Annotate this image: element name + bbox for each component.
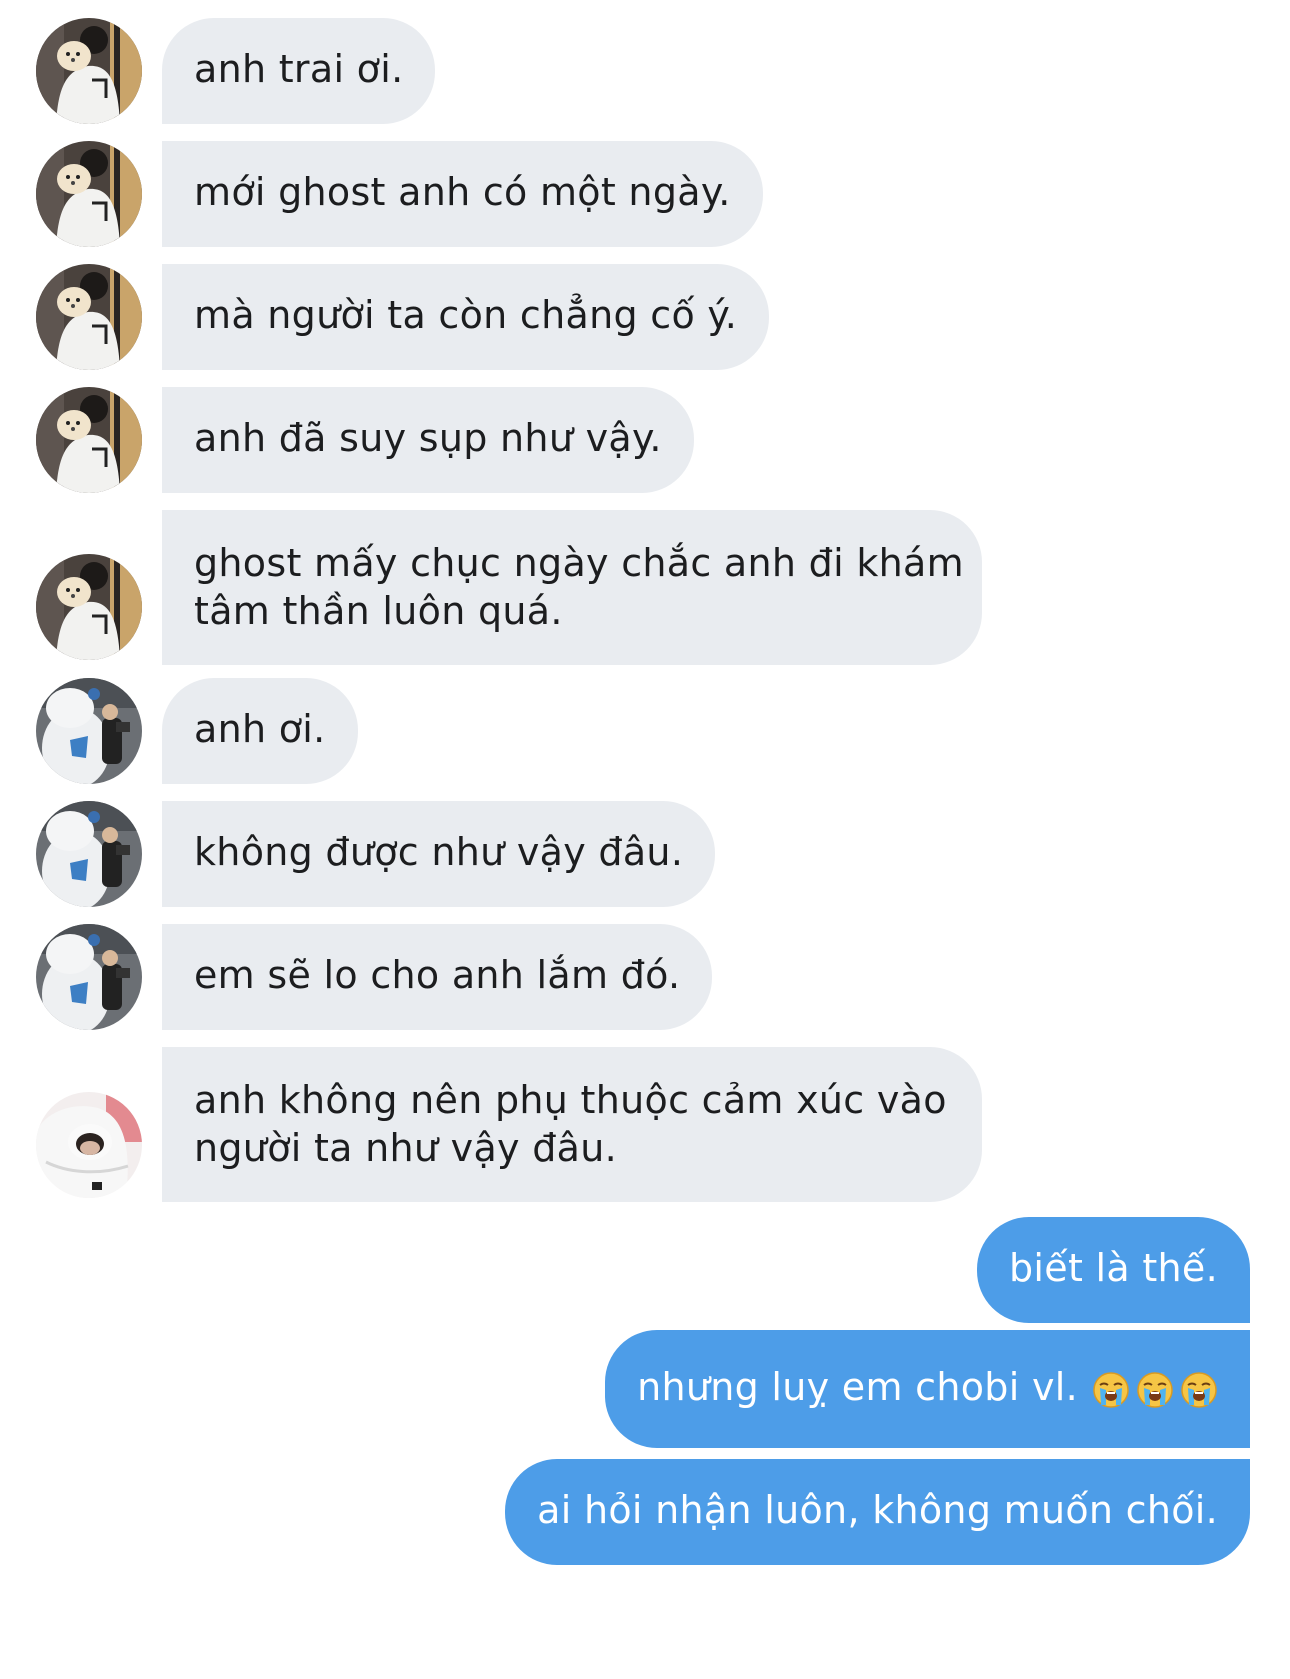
avatar-dog-photo-icon [36, 387, 142, 493]
avatar-dog-photo-icon [36, 264, 142, 370]
message-text: ai hỏi nhận luôn, không muốn chối. [537, 1488, 1218, 1532]
avatar[interactable] [36, 264, 142, 370]
message-text: biết là thế. [1008, 1246, 1218, 1290]
message-text-line: ghost mấy chục ngày chắc anh đi khám [194, 541, 964, 585]
message-text: nhưng luỵ em chobi vl. [637, 1365, 1078, 1409]
message-text: anh đã suy sụp như vậy. [194, 416, 662, 460]
outgoing-message-bubble[interactable]: ai hỏi nhận luôn, không muốn chối. [505, 1459, 1250, 1565]
incoming-message-bubble[interactable]: anh đã suy sụp như vậy. [162, 387, 694, 493]
message-text: mà người ta còn chẳng cố ý. [194, 293, 738, 337]
avatar[interactable] [36, 678, 142, 784]
incoming-message-bubble[interactable]: mới ghost anh có một ngày. [162, 141, 763, 247]
message-text-line: anh không nên phụ thuộc cảm xúc vào [194, 1078, 947, 1122]
avatar[interactable] [36, 801, 142, 907]
message-text: anh trai ơi. [194, 47, 404, 91]
avatar[interactable] [36, 18, 142, 124]
loudly-crying-face-icon [1092, 1371, 1130, 1409]
avatar-hoodie-photo-icon [36, 1092, 142, 1198]
avatar-mascot-photo-icon [36, 801, 142, 907]
message-text: em sẽ lo cho anh lắm đó. [194, 953, 681, 997]
avatar-dog-photo-icon [36, 554, 142, 660]
incoming-message-bubble[interactable]: ghost mấy chục ngày chắc anh đi khám tâm… [162, 510, 982, 665]
avatar[interactable] [36, 554, 142, 660]
loudly-crying-face-icon [1180, 1371, 1218, 1409]
message-text: không được như vậy đâu. [194, 830, 684, 874]
avatar[interactable] [36, 1092, 142, 1198]
incoming-message-bubble[interactable]: không được như vậy đâu. [162, 801, 716, 907]
incoming-message-bubble[interactable]: mà người ta còn chẳng cố ý. [162, 264, 770, 370]
message-text-line: tâm thần luôn quá. [194, 589, 563, 633]
emoji-group [1086, 1366, 1218, 1414]
avatar[interactable] [36, 141, 142, 247]
outgoing-message-bubble[interactable]: nhưng luỵ em chobi vl. [605, 1330, 1250, 1448]
message-text: mới ghost anh có một ngày. [194, 170, 731, 214]
avatar-mascot-photo-icon [36, 678, 142, 784]
avatar[interactable] [36, 387, 142, 493]
outgoing-message-bubble[interactable]: biết là thế. [976, 1217, 1250, 1323]
incoming-message-bubble[interactable]: em sẽ lo cho anh lắm đó. [162, 924, 713, 1030]
avatar[interactable] [36, 924, 142, 1030]
incoming-message-bubble[interactable]: anh trai ơi. [162, 18, 436, 124]
message-text: anh ơi. [194, 707, 326, 751]
incoming-message-bubble[interactable]: anh ơi. [162, 678, 358, 784]
avatar-dog-photo-icon [36, 141, 142, 247]
message-thread[interactable]: anh trai ơi. mới ghost anh có một ngày. … [0, 0, 1290, 1679]
avatar-dog-photo-icon [36, 18, 142, 124]
loudly-crying-face-icon [1136, 1371, 1174, 1409]
incoming-message-bubble[interactable]: anh không nên phụ thuộc cảm xúc vào ngườ… [162, 1047, 982, 1202]
message-text-line: người ta như vậy đâu. [194, 1126, 617, 1170]
avatar-mascot-photo-icon [36, 924, 142, 1030]
